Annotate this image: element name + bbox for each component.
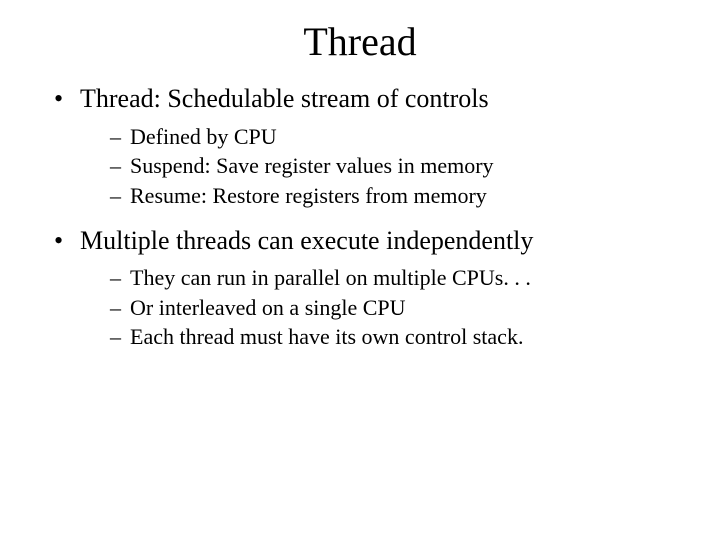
bullet-list: Thread: Schedulable stream of controls D… (40, 83, 680, 352)
sub-bullet-item: Defined by CPU (110, 122, 680, 152)
bullet-item: Thread: Schedulable stream of controls D… (54, 83, 680, 211)
bullet-text: Multiple threads can execute independent… (80, 226, 533, 255)
bullet-item: Multiple threads can execute independent… (54, 225, 680, 353)
sub-bullet-list: Defined by CPU Suspend: Save register va… (80, 122, 680, 211)
slide: Thread Thread: Schedulable stream of con… (0, 0, 720, 540)
bullet-text: Thread: Schedulable stream of controls (80, 84, 489, 113)
sub-bullet-item: Each thread must have its own control st… (110, 322, 680, 352)
sub-bullet-item: Suspend: Save register values in memory (110, 151, 680, 181)
sub-bullet-item: They can run in parallel on multiple CPU… (110, 263, 680, 293)
sub-bullet-item: Or interleaved on a single CPU (110, 293, 680, 323)
sub-bullet-list: They can run in parallel on multiple CPU… (80, 263, 680, 352)
slide-title: Thread (40, 18, 680, 65)
sub-bullet-item: Resume: Restore registers from memory (110, 181, 680, 211)
